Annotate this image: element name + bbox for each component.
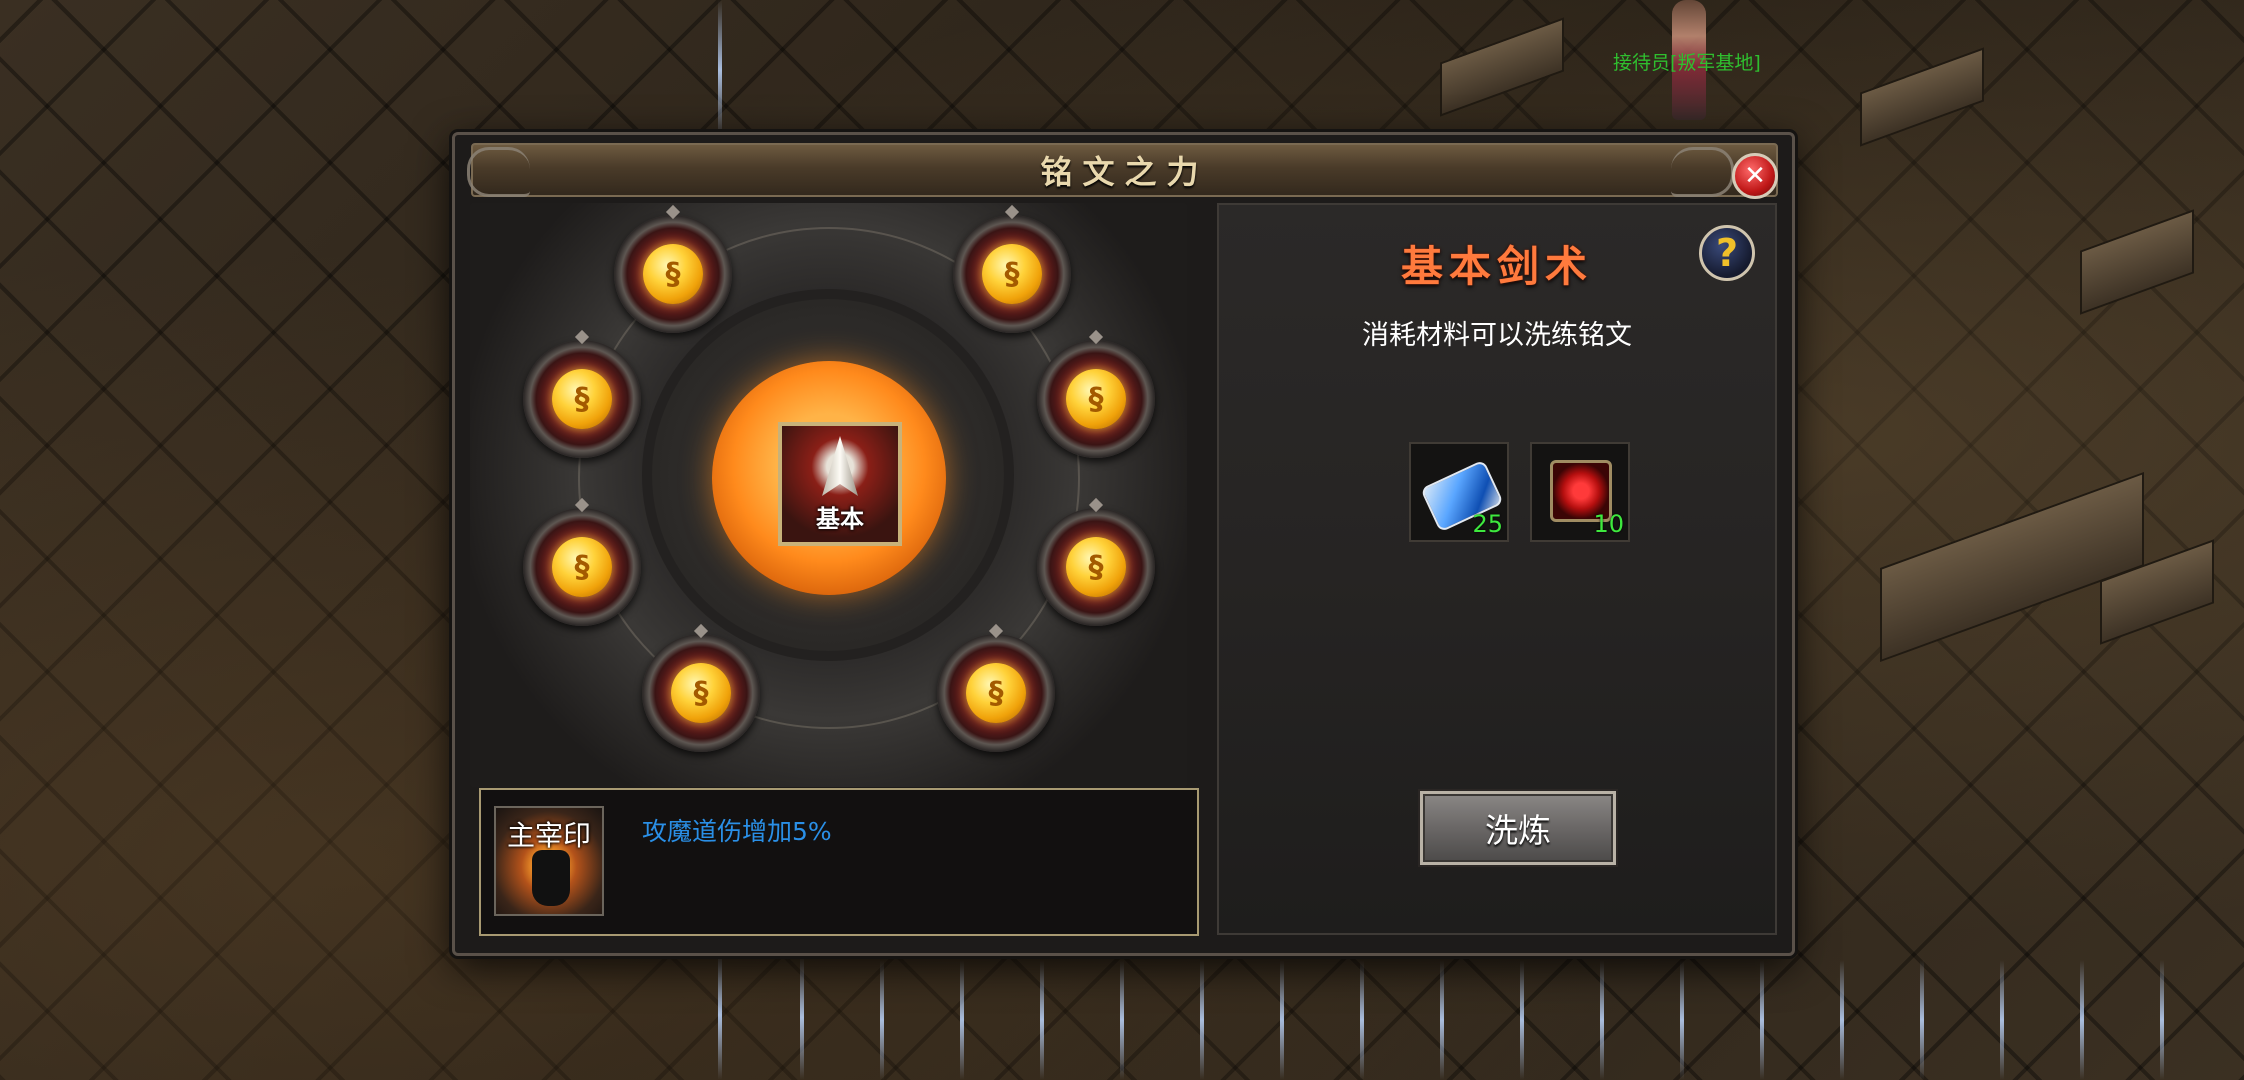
sword-blade-icon: [822, 436, 858, 496]
light-beam: [2080, 960, 2084, 1080]
bonus-effect-text: 攻魔道伤增加5%: [642, 817, 832, 846]
light-beam: [1200, 960, 1204, 1080]
refine-button[interactable]: 洗炼: [1420, 791, 1616, 865]
title-bar[interactable]: 铭文之力 ✕: [467, 143, 1778, 199]
title-ornament-left: [467, 147, 530, 197]
light-beam: [1680, 960, 1684, 1080]
light-beam: [1040, 960, 1044, 1080]
rune-slot-2[interactable]: §: [953, 215, 1071, 333]
light-beam: [1120, 960, 1124, 1080]
inscription-window: 铭文之力 ✕ 基本 § § § § § § § § 主宰印 攻魔道伤增加5% 基…: [452, 132, 1795, 956]
light-beam: [1360, 960, 1364, 1080]
refine-hint-text: 消耗材料可以洗练铭文: [1362, 320, 1632, 351]
rune-slot-6[interactable]: §: [1037, 508, 1155, 626]
seal-label: 主宰印: [506, 819, 591, 852]
skill-title: 基本剑术: [1400, 242, 1593, 291]
light-beam: [800, 955, 804, 1080]
close-icon: ✕: [1744, 161, 1766, 191]
gold-rune-icon: §: [552, 369, 612, 429]
light-beam: [960, 960, 964, 1080]
rune-slot-4[interactable]: §: [1037, 340, 1155, 458]
gold-rune-icon: §: [982, 244, 1042, 304]
light-beam: [1520, 960, 1524, 1080]
light-beam: [1600, 960, 1604, 1080]
gold-rune-icon: §: [1066, 369, 1126, 429]
gold-rune-icon: §: [552, 537, 612, 597]
rune-slot-1[interactable]: §: [614, 215, 732, 333]
dominator-seal-icon[interactable]: 主宰印: [494, 806, 604, 916]
light-beam: [2000, 960, 2004, 1080]
rune-wheel-panel: 基本 § § § § § § § §: [470, 203, 1187, 787]
rune-slot-3[interactable]: §: [523, 340, 641, 458]
window-title: 铭文之力: [1040, 153, 1209, 191]
gold-rune-icon: §: [1066, 537, 1126, 597]
gold-rune-icon: §: [671, 663, 731, 723]
set-bonus-box: 主宰印 攻魔道伤增加5%: [479, 788, 1199, 936]
rune-slot-8[interactable]: §: [937, 634, 1055, 752]
light-beam: [880, 960, 884, 1080]
gold-rune-icon: §: [966, 663, 1026, 723]
question-mark-icon: ?: [1715, 231, 1739, 275]
rune-slot-7[interactable]: §: [642, 634, 760, 752]
material-count: 10: [1593, 510, 1624, 538]
skill-detail-panel: 基本剑术 ? 消耗材料可以洗练铭文 25 10 洗炼: [1217, 203, 1777, 935]
light-beam: [2160, 960, 2164, 1080]
material-count: 25: [1472, 510, 1503, 538]
light-beam: [1920, 960, 1924, 1080]
light-beam: [1280, 960, 1284, 1080]
ruin-block: [1440, 17, 1564, 117]
light-beam: [1440, 960, 1444, 1080]
ruin-block: [2080, 209, 2194, 315]
npc-name-label[interactable]: 接待员[叛军基地]: [1613, 48, 1761, 75]
hand-icon: [532, 850, 570, 906]
rune-slot-5[interactable]: §: [523, 508, 641, 626]
skill-icon-basic-sword[interactable]: 基本: [778, 422, 902, 546]
light-beam: [718, 0, 722, 140]
light-beam: [1760, 960, 1764, 1080]
help-button[interactable]: ?: [1699, 225, 1755, 281]
material-slot-1[interactable]: 25: [1409, 442, 1509, 542]
light-beam: [718, 950, 722, 1080]
ruin-block: [1860, 47, 1984, 147]
skill-icon-label: 基本: [816, 504, 864, 533]
material-slot-2[interactable]: 10: [1530, 442, 1630, 542]
light-beam: [1840, 960, 1844, 1080]
close-button[interactable]: ✕: [1732, 153, 1778, 199]
gold-rune-icon: §: [643, 244, 703, 304]
title-ornament-right: [1671, 147, 1734, 197]
